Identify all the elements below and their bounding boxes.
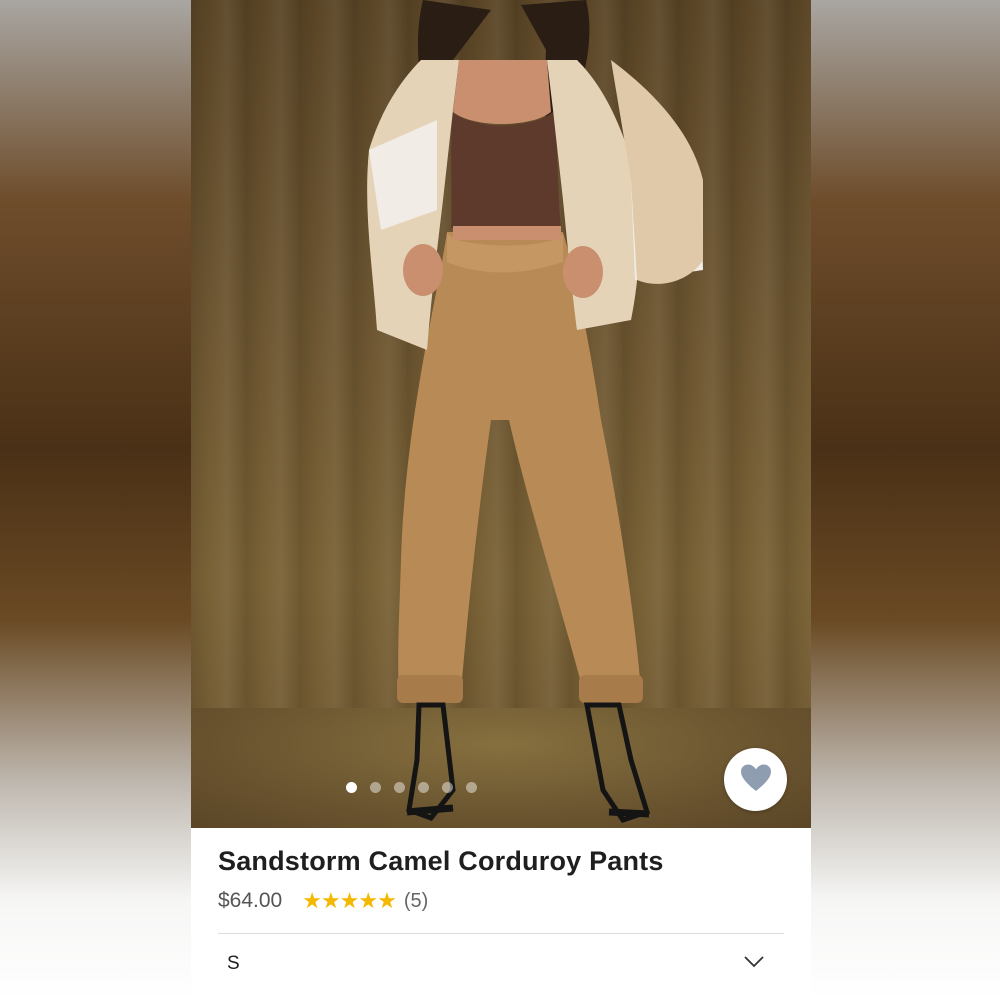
favorite-button[interactable] [724,748,787,811]
carousel-dot[interactable] [441,782,453,793]
carousel-pagination[interactable] [191,782,611,796]
star-rating[interactable]: ★★★★★ [302,888,397,914]
carousel-dot[interactable] [345,782,357,793]
size-selected-value: S [227,953,240,974]
carousel-dot[interactable] [465,782,477,793]
product-image-carousel[interactable] [191,0,811,828]
review-count[interactable]: (5) [404,890,428,913]
product-price: $64.00 [218,889,283,912]
chevron-down-icon [744,955,764,973]
carousel-dot[interactable] [417,782,429,793]
product-title: Sandstorm Camel Corduroy Pants [218,846,664,876]
product-details: Sandstorm Camel Corduroy Pants $64.00 ★★… [191,828,811,1000]
price-rating-row: $64.00 ★★★★★ (5) [218,888,428,914]
size-dropdown[interactable]: S [218,934,784,994]
product-photo [367,0,703,823]
product-page: Sandstorm Camel Corduroy Pants $64.00 ★★… [191,0,811,1000]
carousel-dot[interactable] [393,782,405,793]
carousel-dot[interactable] [369,782,381,793]
heart-icon [740,763,772,796]
